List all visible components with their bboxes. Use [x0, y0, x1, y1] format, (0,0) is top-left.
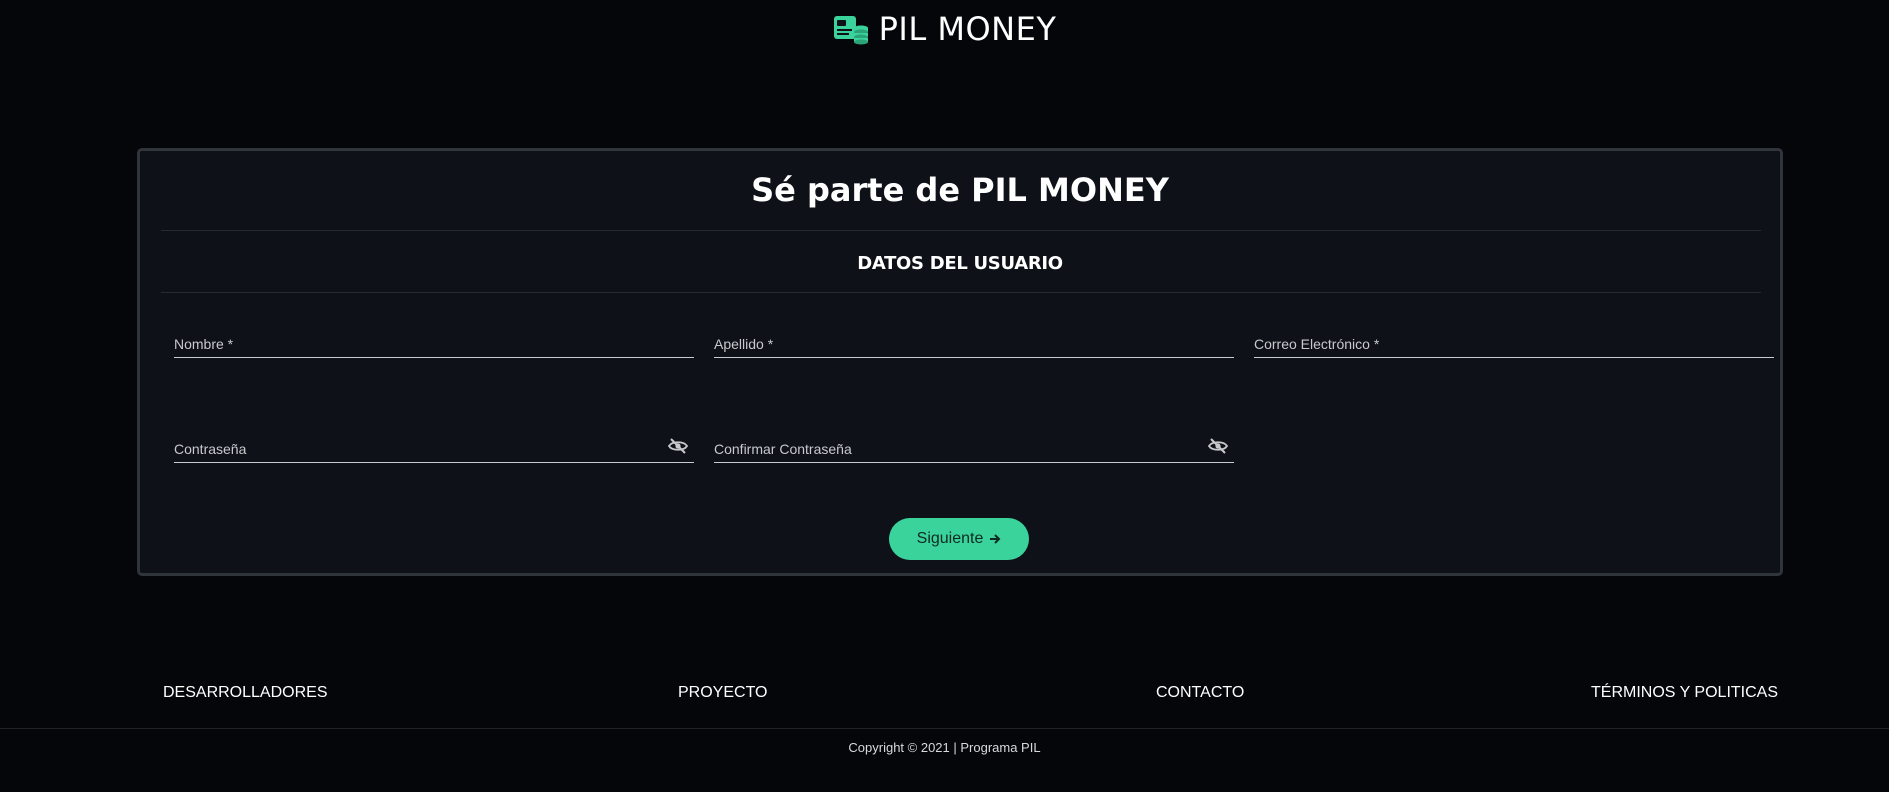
site-header: PIL MONEY	[0, 0, 1889, 60]
first-name-field[interactable]: Nombre *	[174, 326, 694, 358]
confirm-password-input[interactable]	[714, 431, 1234, 462]
divider	[161, 230, 1761, 231]
money-stack-icon	[833, 16, 868, 45]
card-title: Sé parte de PIL MONEY	[751, 171, 1169, 209]
footer-link-developers[interactable]: DESARROLLADORES	[163, 684, 328, 702]
section-title: DATOS DEL USUARIO	[857, 253, 1063, 274]
next-button-label: Siguiente	[916, 530, 984, 547]
footer-link-contact[interactable]: CONTACTO	[1156, 684, 1244, 702]
brand[interactable]: PIL MONEY	[833, 10, 1057, 48]
eye-slash-icon[interactable]	[1208, 438, 1228, 454]
last-name-input[interactable]	[714, 326, 1234, 357]
next-button[interactable]: Siguiente	[889, 518, 1029, 560]
footer-nav: DESARROLLADORES PROYECTO CONTACTO TÉRMIN…	[0, 684, 1889, 708]
footer-divider	[0, 728, 1889, 729]
confirm-password-field[interactable]: Confirmar Contraseña	[714, 431, 1234, 463]
copyright: Copyright © 2021 | Programa PIL	[848, 740, 1041, 755]
signup-card: Sé parte de PIL MONEY DATOS DEL USUARIO …	[137, 148, 1783, 576]
brand-name: PIL MONEY	[878, 10, 1057, 48]
first-name-input[interactable]	[174, 326, 694, 357]
eye-slash-icon[interactable]	[668, 438, 688, 454]
email-input[interactable]	[1254, 326, 1774, 357]
password-field[interactable]: Contraseña	[174, 431, 694, 463]
footer-link-project[interactable]: PROYECTO	[678, 684, 768, 702]
email-field[interactable]: Correo Electrónico *	[1254, 326, 1774, 358]
divider	[161, 292, 1761, 293]
footer-link-terms[interactable]: TÉRMINOS Y POLITICAS	[1591, 684, 1778, 702]
password-input[interactable]	[174, 431, 694, 462]
last-name-field[interactable]: Apellido *	[714, 326, 1234, 358]
arrow-right-icon	[990, 534, 1001, 544]
